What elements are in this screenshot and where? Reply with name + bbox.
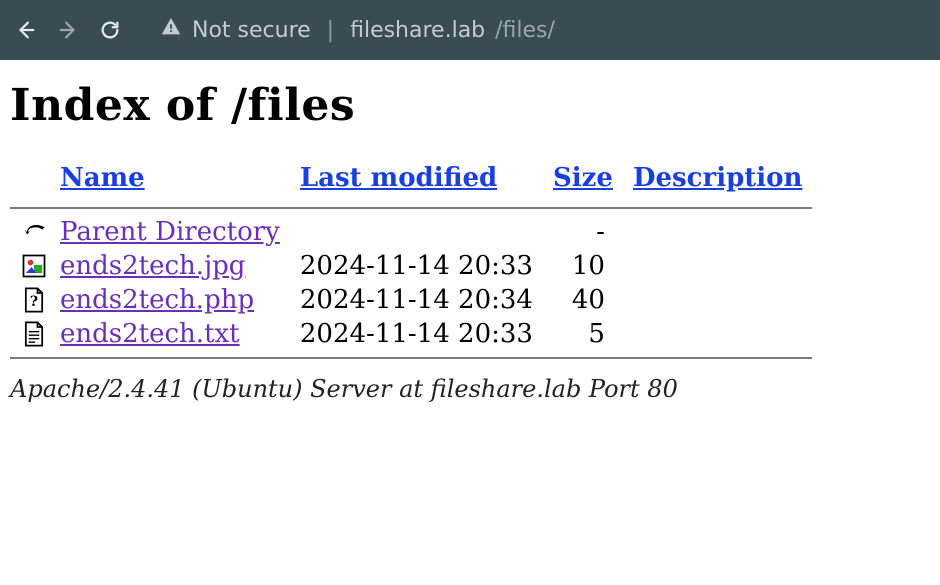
file-modified: 2024-11-14 20:33 <box>290 249 543 283</box>
text-file-icon <box>10 317 50 351</box>
table-row: ends2tech.txt 2024-11-14 20:33 5 <box>10 317 812 351</box>
file-description <box>623 283 812 317</box>
table-row: ends2tech.jpg 2024-11-14 20:33 10 <box>10 249 812 283</box>
col-size[interactable]: Size <box>543 159 623 201</box>
url-host: fileshare.lab <box>350 18 485 43</box>
back-icon <box>10 215 50 249</box>
parent-row: Parent Directory - <box>10 215 812 249</box>
page-content: Index of /files Name Last modified Size … <box>0 60 940 413</box>
file-link[interactable]: ends2tech.txt <box>60 319 240 349</box>
table-row: ? ends2tech.php 2024-11-14 20:34 40 <box>10 283 812 317</box>
col-icon <box>10 159 50 201</box>
svg-text:?: ? <box>30 294 38 310</box>
file-size: 40 <box>543 283 623 317</box>
parent-directory-link[interactable]: Parent Directory <box>60 217 280 247</box>
header-separator <box>10 201 812 215</box>
col-modified[interactable]: Last modified <box>290 159 543 201</box>
header-row: Name Last modified Size Description <box>10 159 812 201</box>
browser-toolbar: Not secure | fileshare.lab/files/ <box>0 0 940 60</box>
sort-name-link[interactable]: Name <box>60 163 145 193</box>
security-label: Not secure <box>192 18 311 43</box>
file-size: 5 <box>543 317 623 351</box>
file-description <box>623 317 812 351</box>
file-size: 10 <box>543 249 623 283</box>
address-bar[interactable]: Not secure | fileshare.lab/files/ <box>160 16 555 44</box>
server-signature: Apache/2.4.41 (Ubuntu) Server at filesha… <box>10 375 930 403</box>
file-modified: 2024-11-14 20:34 <box>290 283 543 317</box>
sort-size-link[interactable]: Size <box>553 163 613 193</box>
page-title: Index of /files <box>10 80 930 131</box>
url-path: /files/ <box>495 18 555 43</box>
not-secure-icon <box>160 16 182 44</box>
parent-modified <box>290 215 543 249</box>
image-file-icon <box>10 249 50 283</box>
file-description <box>623 249 812 283</box>
directory-listing: Name Last modified Size Description Pare… <box>10 159 812 365</box>
parent-size: - <box>543 215 623 249</box>
sort-description-link[interactable]: Description <box>633 163 802 193</box>
back-button[interactable] <box>14 18 38 42</box>
footer-separator <box>10 351 812 365</box>
parent-description <box>623 215 812 249</box>
sort-modified-link[interactable]: Last modified <box>300 163 497 193</box>
file-link[interactable]: ends2tech.php <box>60 285 254 315</box>
col-description[interactable]: Description <box>623 159 812 201</box>
reload-button[interactable] <box>98 18 122 42</box>
col-name[interactable]: Name <box>50 159 290 201</box>
forward-button[interactable] <box>56 18 80 42</box>
file-modified: 2024-11-14 20:33 <box>290 317 543 351</box>
unknown-file-icon: ? <box>10 283 50 317</box>
file-link[interactable]: ends2tech.jpg <box>60 251 245 281</box>
address-separator: | <box>321 18 340 43</box>
